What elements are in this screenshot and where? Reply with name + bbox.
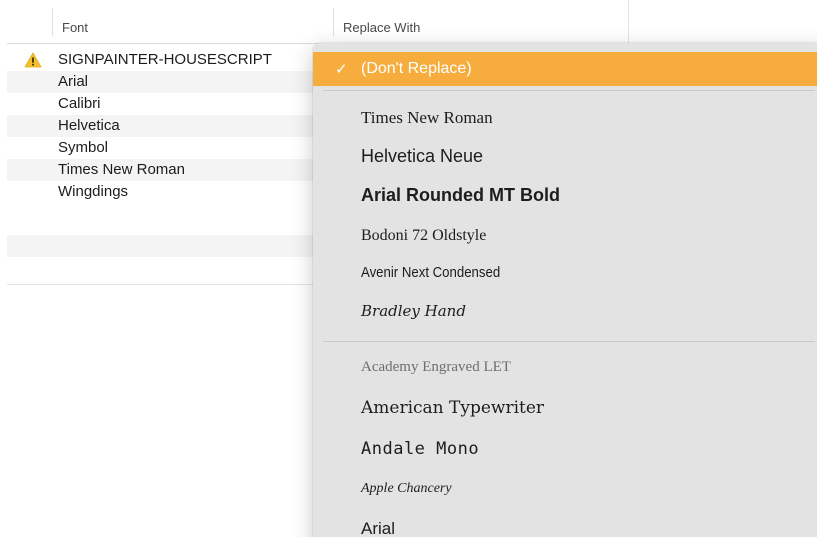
font-name: Wingdings (58, 183, 129, 200)
menu-item-font[interactable]: Arial Rounded MT Bold (313, 180, 817, 210)
checkmark-icon: ✓ (335, 60, 348, 78)
menu-item-label: (Don't Replace) (361, 60, 472, 77)
menu-item-dont-replace[interactable]: ✓ (Don't Replace) (313, 52, 817, 86)
menu-item-font[interactable]: Arial (313, 514, 817, 537)
font-name: Times New Roman (58, 161, 185, 178)
menu-item-font[interactable]: American Typewriter (313, 392, 817, 424)
font-name: Helvetica (58, 117, 120, 134)
font-name: Symbol (58, 139, 109, 156)
menu-item-font[interactable]: Times New Roman (313, 103, 817, 133)
menu-item-font[interactable]: Bradley Hand (313, 296, 817, 326)
column-header-font[interactable]: Font (62, 20, 88, 35)
menu-item-font[interactable]: Avenir Next Condensed (319, 258, 777, 288)
table-header: Font Replace With (7, 0, 628, 44)
font-name: Arial (58, 73, 89, 90)
column-header-replace-with[interactable]: Replace With (343, 20, 420, 35)
menu-item-font[interactable]: Apple Chancery (313, 474, 817, 504)
font-name: SIGNPAINTER-HOUSESCRIPT (58, 51, 272, 68)
replace-with-dropdown-menu: ✓ (Don't Replace) Times New Roman Helvet… (313, 43, 817, 537)
menu-item-font[interactable]: Bodoni 72 Oldstyle (313, 221, 817, 251)
menu-item-font[interactable]: Andale Mono (313, 433, 817, 465)
column-divider (52, 8, 53, 36)
column-divider (333, 8, 334, 36)
font-replacement-window: Font Replace With SIGNPAINTER-HOUSESCRIP… (0, 0, 817, 537)
font-name: Calibri (58, 95, 101, 112)
menu-separator (323, 341, 815, 342)
menu-item-font[interactable]: Helvetica Neue (313, 141, 817, 171)
menu-item-font[interactable]: Academy Engraved LET (313, 352, 817, 382)
warning-triangle-icon (24, 52, 42, 68)
menu-separator (323, 90, 815, 91)
